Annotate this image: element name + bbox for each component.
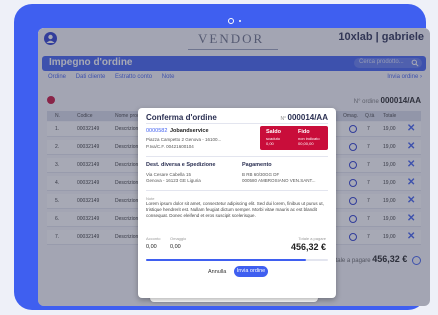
- omaggio-label: Omaggio: [170, 236, 187, 241]
- app-screen: VENDOR 10xlab | gabriele Impegno d'ordin…: [38, 28, 430, 306]
- saldo-value: 0,00: [266, 141, 274, 146]
- divider: [146, 123, 328, 124]
- acconto-value: 0,00: [146, 244, 157, 250]
- acconto-label: Acconto: [146, 236, 161, 241]
- progress-fill: [146, 259, 307, 261]
- sensor-dot: [239, 20, 241, 22]
- saldo-block: Saldo scaduto 0,00: [266, 129, 281, 146]
- divider: [146, 156, 328, 157]
- modal-order-number-value: 000014/AA: [287, 113, 328, 122]
- client-piva: P.Iva/C.F. 00421600104: [146, 144, 194, 149]
- camera-icon: [228, 18, 234, 24]
- tablet-frame: VENDOR 10xlab | gabriele Impegno d'ordin…: [14, 4, 430, 310]
- saldo-label: Saldo: [266, 129, 281, 135]
- modal-total-value: 456,32 €: [290, 242, 326, 252]
- payment-line-2: 000580 AMBROSIANO VEN.SANT...: [242, 178, 316, 183]
- omaggio-value: 0,00: [170, 244, 181, 250]
- fido-block: Fido non indicato 00,00,00: [298, 129, 320, 146]
- client-code: 0000582: [146, 128, 168, 134]
- dest-line-2: Genova - 16123 GE Liguria: [146, 178, 201, 183]
- modal-order-number-label: N°: [280, 116, 287, 122]
- payment-header: Pagamento: [242, 162, 272, 168]
- progress-bar: [146, 259, 328, 261]
- modal-title: Conferma d'ordine: [146, 113, 217, 122]
- client-name: Jobandservice: [170, 128, 209, 134]
- divider: [146, 190, 328, 191]
- cancel-button[interactable]: Annulla: [208, 269, 226, 275]
- note-text: Lorem ipsum dolor sit amet, consectetur …: [146, 201, 324, 218]
- payment-line-1: B RB 60/30GG DF: [242, 172, 280, 177]
- balance-panel: Saldo scaduto 0,00 Fido non indicato 00,…: [260, 126, 328, 150]
- dest-header: Dest. diversa e Spedizione: [146, 162, 216, 168]
- order-confirm-modal: Conferma d'ordine N° 000014/AA 0000582 J…: [138, 108, 336, 298]
- client-address: Piazza Campetto 2 Genova - 16100...: [146, 137, 222, 142]
- modal-total-label: Totale a pagare: [298, 236, 326, 241]
- dest-line-1: Via Cesare Cabella 15: [146, 172, 191, 177]
- fido-value: 00,00,00: [298, 141, 314, 146]
- modal-order-number: N° 000014/AA: [281, 113, 329, 122]
- fido-label: Fido: [298, 129, 310, 135]
- send-order-button[interactable]: Invia ordine: [234, 266, 268, 277]
